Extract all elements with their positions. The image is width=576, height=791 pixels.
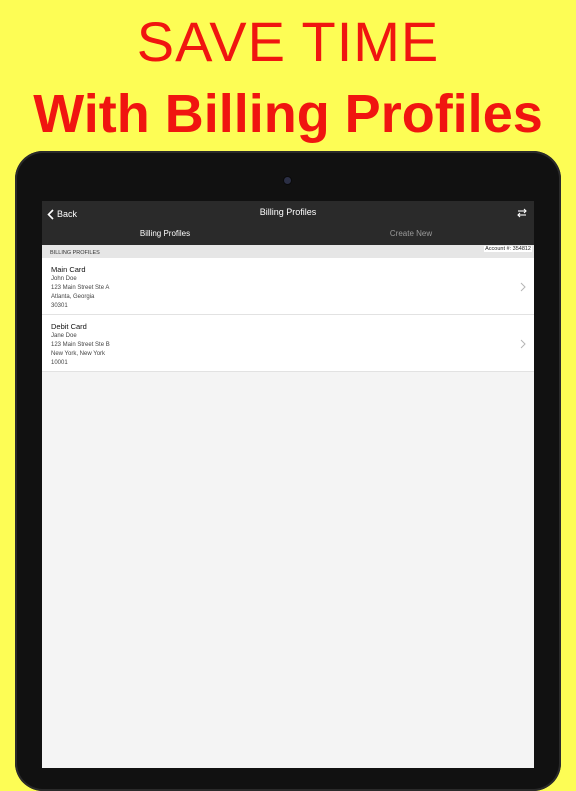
swap-arrows-icon[interactable]: [516, 207, 528, 219]
profile-zip: 10001: [51, 360, 68, 366]
navigation-bar: Back Billing Profiles Billing Profiles C…: [42, 201, 534, 245]
billing-profile-row[interactable]: Debit Card Jane Doe 123 Main Street Ste …: [42, 315, 534, 372]
page-title: Billing Profiles: [259, 207, 317, 217]
chevron-right-icon: [520, 282, 526, 292]
profile-holder: Jane Doe: [51, 333, 77, 339]
profile-zip: 30301: [51, 303, 68, 309]
profile-holder: John Doe: [51, 276, 77, 282]
profile-city: New York, New York: [51, 351, 106, 357]
promo-subheadline: With Billing Profiles: [33, 84, 543, 144]
billing-profile-row[interactable]: Main Card John Doe 123 Main Street Ste A…: [42, 258, 534, 315]
profile-street: 123 Main Street Ste A: [51, 285, 110, 291]
app-screen: Back Billing Profiles Billing Profiles C…: [42, 201, 534, 768]
profile-name: Main Card: [51, 265, 86, 274]
camera-icon: [284, 177, 291, 184]
section-label: BILLING PROFILES: [50, 250, 100, 256]
account-number: Account #: 354812: [484, 246, 532, 252]
tab-create-new[interactable]: Create New: [288, 229, 534, 245]
tab-billing-profiles[interactable]: Billing Profiles: [42, 229, 288, 245]
chevron-right-icon: [520, 339, 526, 349]
promo-headline: SAVE TIME: [136, 10, 440, 73]
profile-street: 123 Main Street Ste B: [51, 342, 110, 348]
section-header: BILLING PROFILES Account #: 354812: [42, 245, 534, 258]
profile-city: Atlanta, Georgia: [51, 294, 95, 300]
profile-name: Debit Card: [51, 322, 87, 331]
